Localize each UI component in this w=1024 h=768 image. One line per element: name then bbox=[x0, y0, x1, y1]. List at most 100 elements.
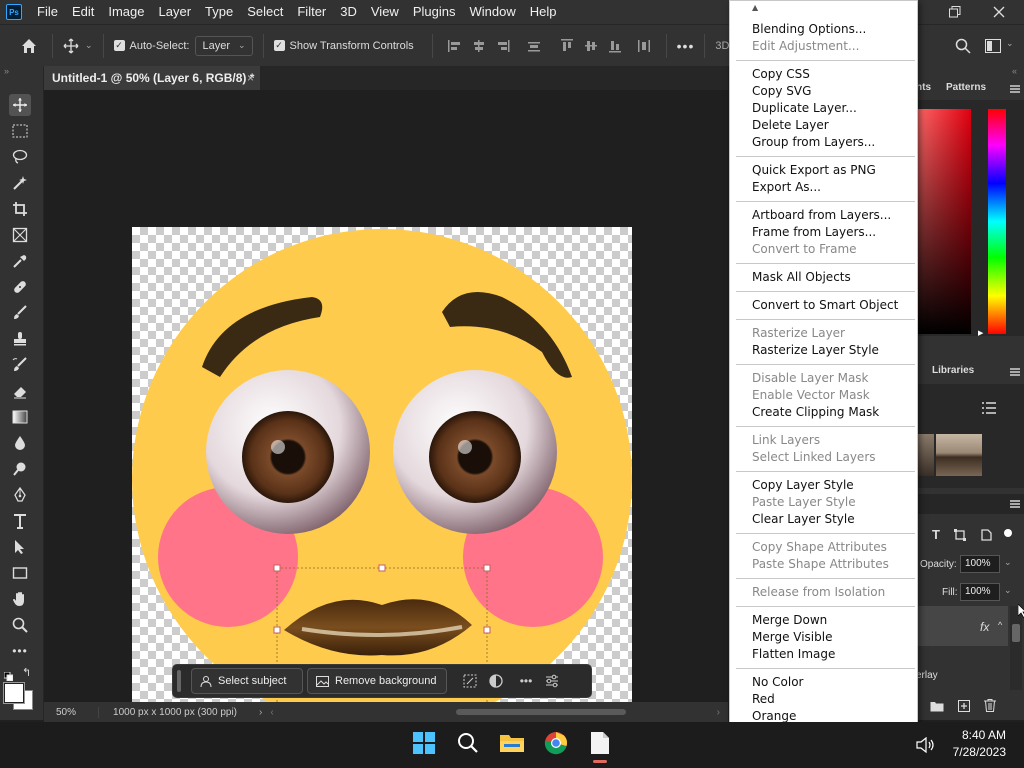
menu-item-merge-visible[interactable]: Merge Visible bbox=[752, 629, 832, 646]
volume-icon[interactable] bbox=[916, 737, 936, 753]
shape-layer-filter-icon[interactable] bbox=[954, 529, 966, 541]
pen-tool-icon[interactable] bbox=[9, 484, 31, 506]
new-group-icon[interactable] bbox=[930, 700, 944, 712]
eraser-tool-icon[interactable] bbox=[9, 380, 31, 402]
menu-item-merge-down[interactable]: Merge Down bbox=[752, 612, 827, 629]
panel-tab-patterns[interactable]: Patterns bbox=[946, 82, 986, 93]
document-tab[interactable]: Untitled-1 @ 50% (Layer 6, RGB/8) * × bbox=[44, 66, 260, 90]
select-subject-button[interactable]: Select subject bbox=[191, 668, 303, 694]
align-top-icon[interactable] bbox=[560, 38, 574, 53]
search-icon[interactable] bbox=[454, 729, 482, 757]
opacity-input[interactable]: 100% bbox=[960, 555, 1000, 573]
menu-plugins[interactable]: Plugins bbox=[406, 0, 463, 24]
menu-item-quick-export-as-png[interactable]: Quick Export as PNG bbox=[752, 162, 876, 179]
object-selection-tool-icon[interactable] bbox=[9, 172, 31, 194]
workspace-icon[interactable] bbox=[985, 39, 1001, 53]
collapse-arrows-icon[interactable]: « bbox=[1012, 66, 1017, 76]
panel-menu-icon[interactable] bbox=[1010, 500, 1020, 508]
menu-item-rasterize-layer-style[interactable]: Rasterize Layer Style bbox=[752, 342, 879, 359]
menu-item-red[interactable]: Red bbox=[752, 691, 775, 708]
move-tool-icon[interactable] bbox=[63, 38, 79, 54]
menu-item-convert-to-smart-object[interactable]: Convert to Smart Object bbox=[752, 297, 898, 314]
trash-icon[interactable] bbox=[984, 699, 996, 712]
windows-start-icon[interactable] bbox=[410, 729, 438, 757]
transform-selection-icon[interactable] bbox=[457, 668, 483, 694]
type-tool-icon[interactable] bbox=[9, 510, 31, 532]
chevron-down-icon[interactable]: ⌄ bbox=[85, 40, 93, 51]
scroll-up-arrow-icon[interactable]: ▲ bbox=[752, 3, 758, 12]
menu-item-artboard-from-layers[interactable]: Artboard from Layers... bbox=[752, 207, 891, 224]
3d-mode-label[interactable]: 3D bbox=[715, 40, 729, 52]
menu-help[interactable]: Help bbox=[523, 0, 564, 24]
hand-tool-icon[interactable] bbox=[9, 588, 31, 610]
file-explorer-icon[interactable] bbox=[498, 729, 526, 757]
eyedropper-tool-icon[interactable] bbox=[9, 250, 31, 272]
more-options-icon[interactable]: ••• bbox=[677, 38, 695, 54]
new-layer-icon[interactable] bbox=[958, 700, 970, 712]
hue-slider-handle[interactable]: ▶ bbox=[978, 329, 983, 337]
photoshop-logo-icon[interactable]: Ps bbox=[6, 4, 22, 20]
brush-tool-icon[interactable] bbox=[9, 302, 31, 324]
path-selection-tool-icon[interactable] bbox=[9, 536, 31, 558]
vertical-scrollbar[interactable] bbox=[722, 90, 728, 702]
home-icon[interactable] bbox=[20, 37, 38, 55]
panel-menu-icon[interactable] bbox=[1010, 85, 1020, 93]
panel-tab-libraries[interactable]: Libraries bbox=[932, 365, 974, 376]
drag-handle[interactable] bbox=[177, 670, 181, 692]
align-middle-v-icon[interactable] bbox=[584, 39, 598, 53]
align-bottom-icon[interactable] bbox=[608, 39, 622, 53]
menu-3d[interactable]: 3D bbox=[333, 0, 364, 24]
more-icon[interactable]: ••• bbox=[513, 668, 539, 694]
settings-sliders-icon[interactable] bbox=[539, 668, 565, 694]
layers-scrollbar-thumb[interactable] bbox=[1012, 624, 1020, 642]
type-layer-filter-icon[interactable]: T bbox=[932, 527, 940, 542]
menu-item-copy-css[interactable]: Copy CSS bbox=[752, 66, 810, 83]
menu-edit[interactable]: Edit bbox=[65, 0, 101, 24]
document-info[interactable]: 1000 px x 1000 px (300 ppi) bbox=[98, 706, 237, 718]
color-picker-field[interactable] bbox=[916, 109, 971, 334]
blur-tool-icon[interactable] bbox=[9, 432, 31, 454]
menu-item-export-as[interactable]: Export As... bbox=[752, 179, 821, 196]
notepad-icon[interactable] bbox=[586, 729, 614, 757]
horizontal-scrollbar-thumb[interactable] bbox=[456, 709, 626, 715]
edit-toolbar-icon[interactable]: ••• bbox=[9, 640, 31, 662]
chevron-up-icon[interactable]: ^ bbox=[998, 620, 1002, 630]
crop-tool-icon[interactable] bbox=[9, 198, 31, 220]
align-left-icon[interactable] bbox=[447, 39, 462, 53]
dodge-tool-icon[interactable] bbox=[9, 458, 31, 480]
distribute-icon[interactable] bbox=[527, 39, 541, 53]
panel-menu-icon[interactable] bbox=[1010, 368, 1020, 376]
menu-view[interactable]: View bbox=[364, 0, 406, 24]
menu-item-frame-from-layers[interactable]: Frame from Layers... bbox=[752, 224, 876, 241]
menu-image[interactable]: Image bbox=[101, 0, 151, 24]
layer-effects-icon[interactable]: fx bbox=[980, 620, 989, 634]
frame-tool-icon[interactable] bbox=[9, 224, 31, 246]
default-colors-icon[interactable] bbox=[3, 668, 14, 682]
smart-object-filter-icon[interactable] bbox=[980, 529, 992, 541]
menu-item-create-clipping-mask[interactable]: Create Clipping Mask bbox=[752, 404, 879, 421]
menu-select[interactable]: Select bbox=[240, 0, 290, 24]
align-center-h-icon[interactable] bbox=[472, 39, 486, 53]
close-icon[interactable] bbox=[976, 0, 1022, 24]
menu-item-copy-layer-style[interactable]: Copy Layer Style bbox=[752, 477, 854, 494]
menu-filter[interactable]: Filter bbox=[290, 0, 333, 24]
menu-item-clear-layer-style[interactable]: Clear Layer Style bbox=[752, 511, 855, 528]
distribute-h-icon[interactable] bbox=[637, 39, 651, 53]
auto-select-dropdown[interactable]: Layer ⌄ bbox=[195, 35, 253, 56]
menu-item-blending-options[interactable]: Blending Options... bbox=[752, 21, 866, 38]
menu-item-delete-layer[interactable]: Delete Layer bbox=[752, 117, 829, 134]
search-icon[interactable] bbox=[955, 38, 971, 54]
swap-colors-icon[interactable]: ↰ bbox=[22, 666, 31, 679]
menu-file[interactable]: File bbox=[30, 0, 65, 24]
menu-item-group-from-layers[interactable]: Group from Layers... bbox=[752, 134, 875, 151]
collapse-arrows-icon[interactable]: » bbox=[4, 66, 9, 76]
chevron-down-icon[interactable]: ⌄ bbox=[1006, 38, 1014, 49]
document-canvas[interactable] bbox=[132, 227, 632, 702]
gradient-tool-icon[interactable] bbox=[9, 406, 31, 428]
chevron-left-icon[interactable]: ‹ bbox=[270, 707, 273, 718]
menu-type[interactable]: Type bbox=[198, 0, 240, 24]
library-thumbnail[interactable] bbox=[916, 434, 934, 476]
layers-scrollbar[interactable] bbox=[1010, 606, 1022, 690]
hue-slider[interactable] bbox=[988, 109, 1006, 334]
chrome-icon[interactable] bbox=[542, 729, 570, 757]
